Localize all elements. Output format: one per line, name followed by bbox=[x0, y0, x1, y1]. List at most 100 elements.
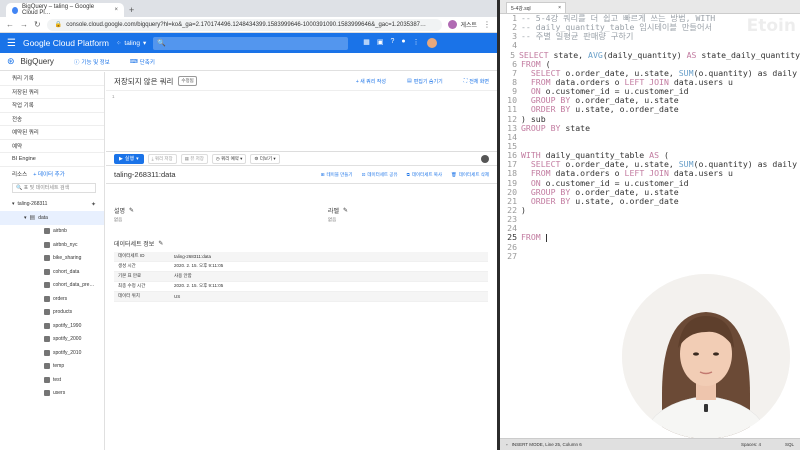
hide-editor-button[interactable]: ▤ 편집기 숨기기 bbox=[407, 78, 443, 85]
table-tree-node[interactable]: bike_sharing bbox=[0, 252, 104, 266]
table-tree-node[interactable]: users bbox=[0, 387, 104, 401]
code-line: 26 bbox=[500, 242, 800, 252]
help-icon[interactable]: ? bbox=[390, 38, 394, 48]
status-spaces[interactable]: Spaces: 4 bbox=[741, 442, 761, 447]
line-number: 27 bbox=[507, 250, 517, 261]
project-selector[interactable]: ⁘ taling ▾ bbox=[116, 39, 146, 48]
sidebar-item[interactable]: 작업 기록 bbox=[0, 99, 104, 113]
profile-button[interactable]: 게스트 bbox=[448, 20, 477, 29]
table-tree-node[interactable]: test bbox=[0, 373, 104, 387]
save-view-button[interactable]: ▦ 뷰 저장 bbox=[180, 153, 208, 164]
labels-value: 없음 bbox=[328, 217, 337, 222]
gcp-title[interactable]: Google Cloud Platform bbox=[23, 38, 109, 48]
sidebar-item[interactable]: 전송 bbox=[0, 113, 104, 126]
table-tree-node[interactable]: airbnb_nyc bbox=[0, 238, 104, 252]
line-number: 2 bbox=[512, 22, 517, 33]
dataset-action-button[interactable]: ⊞ 테이블 만들기 bbox=[321, 172, 353, 178]
code-text: GROUP BY state bbox=[520, 122, 590, 133]
reload-icon[interactable]: ↻ bbox=[34, 20, 41, 29]
search-icon: 🔍 bbox=[157, 40, 166, 47]
add-data-button[interactable]: + 데이터 추가 bbox=[33, 170, 65, 178]
dataset-actions: ⊞ 테이블 만들기 ⊡ 데이터세트 공유 ⧉ 데이터세트 복사 🗑 데이터세트 삭제 bbox=[321, 172, 489, 178]
bigquery-main: 저장되지 않은 쿼리 수정됨 + 새 쿼리 작성 ▤ 편집기 숨기기 ⛶ 전체 … bbox=[106, 72, 497, 450]
table-tree-node[interactable]: spotify_2000 bbox=[0, 333, 104, 347]
notifications-icon[interactable]: ● bbox=[401, 38, 405, 48]
edit-pencil-icon[interactable]: ✎ bbox=[158, 240, 163, 247]
dataset-tree-node[interactable]: ▾ ▤ data bbox=[0, 211, 104, 225]
sidebar-item[interactable]: 저장된 쿼리 bbox=[0, 86, 104, 99]
fullscreen-icon: ⛶ bbox=[463, 78, 468, 84]
search-icon: 🔍 bbox=[16, 184, 23, 191]
table-add-icon: ⊞ bbox=[320, 171, 325, 177]
run-button[interactable]: ▶ 실행 ▾ bbox=[114, 153, 144, 164]
editor-line-number: 1 bbox=[112, 94, 115, 99]
code-line: 22) bbox=[500, 205, 800, 215]
query-editor[interactable]: 1 bbox=[106, 90, 497, 152]
view-icon: ▦ bbox=[184, 155, 189, 161]
labels-label: 라벨 bbox=[328, 209, 340, 215]
editor-status-bar: ▫ INSERT MODE, Line 25, Column 6 Spaces:… bbox=[500, 438, 800, 450]
hamburger-menu-icon[interactable]: ☰ bbox=[7, 38, 16, 49]
more-button[interactable]: ⚙ 더보기 ▾ bbox=[250, 153, 280, 164]
forward-arrow-icon[interactable]: → bbox=[20, 20, 28, 29]
table-icon bbox=[44, 282, 50, 289]
shortcuts-link[interactable]: ⌨ 단축키 bbox=[130, 58, 155, 66]
fullscreen-button[interactable]: ⛶ 전체 화면 bbox=[464, 78, 489, 85]
gcp-search-input[interactable]: 🔍 bbox=[153, 36, 349, 50]
tab-close-icon[interactable]: × bbox=[114, 7, 118, 13]
sql-token: u.state, o.order_date bbox=[570, 104, 679, 115]
edit-pencil-icon[interactable]: ✎ bbox=[343, 207, 348, 214]
table-name: spotify_1990 bbox=[53, 322, 82, 329]
pin-icon[interactable]: ✦ bbox=[91, 201, 96, 208]
info-key: 생성 시간 bbox=[118, 263, 136, 269]
bigquery-logo-icon: ⊛ bbox=[7, 56, 15, 66]
table-tree-node[interactable]: orders bbox=[0, 292, 104, 306]
new-query-button[interactable]: + 새 쿼리 작성 bbox=[356, 78, 386, 85]
save-view-label: 뷰 저장 bbox=[190, 155, 204, 161]
browser-menu-icon[interactable]: ⋮ bbox=[483, 20, 491, 29]
sidebar-item[interactable]: 쿼리 기록 bbox=[0, 72, 104, 86]
back-arrow-icon[interactable]: ← bbox=[6, 20, 14, 29]
status-language[interactable]: SQL bbox=[785, 442, 794, 447]
project-node-label: taling-268311 bbox=[17, 201, 48, 208]
sql-keyword: GROUP BY bbox=[521, 122, 561, 133]
url-input[interactable]: 🔒 console.cloud.google.com/bigquery?hl=k… bbox=[46, 18, 443, 31]
browser-window: BigQuery – taling – Google Cloud Pl… × +… bbox=[0, 0, 497, 450]
table-tree-node[interactable]: temp bbox=[0, 360, 104, 374]
table-tree-node[interactable]: cohort_data bbox=[0, 265, 104, 279]
table-icon bbox=[44, 363, 50, 370]
save-query-button[interactable]: ⤓ 쿼리 저장 bbox=[147, 153, 177, 164]
table-search-placeholder: 표 및 데이터세트 검색 bbox=[23, 185, 70, 191]
features-link[interactable]: ⓘ 기능 및 정보 bbox=[74, 58, 110, 66]
resources-header: 리소스 + 데이터 추가 bbox=[0, 167, 104, 181]
table-tree-node[interactable]: spotify_1990 bbox=[0, 319, 104, 333]
sql-token: (daily_quantity) bbox=[602, 49, 687, 60]
edit-pencil-icon[interactable]: ✎ bbox=[129, 207, 134, 214]
info-value: 사용 안함 bbox=[174, 273, 192, 279]
account-avatar[interactable] bbox=[426, 38, 437, 48]
more-vert-icon[interactable]: ⋮ bbox=[413, 38, 420, 48]
dataset-action-button[interactable]: ⧉ 데이터세트 복사 bbox=[407, 172, 442, 178]
project-tree-node[interactable]: ▾ taling-268311 ✦ bbox=[0, 198, 104, 212]
sidebar-item[interactable]: 예약된 쿼리 bbox=[0, 126, 104, 140]
table-search-input[interactable]: 🔍 표 및 데이터세트 검색 bbox=[12, 182, 96, 193]
editor-tab-close-icon[interactable]: × bbox=[558, 5, 561, 11]
sql-comment: -- 주별 일평균 판매량 구하기 bbox=[521, 31, 634, 42]
dataset-action-button[interactable]: 🗑 데이터세트 삭제 bbox=[451, 172, 489, 178]
address-bar: ← → ↻ 🔒 console.cloud.google.com/bigquer… bbox=[0, 17, 497, 33]
new-tab-button[interactable]: + bbox=[129, 5, 134, 15]
sidebar-item[interactable]: 예약 bbox=[0, 140, 104, 153]
apps-icon[interactable]: ▦ bbox=[363, 38, 370, 48]
dataset-action-button[interactable]: ⊡ 데이터세트 공유 bbox=[362, 172, 398, 178]
table-tree-node[interactable]: spotify_2010 bbox=[0, 346, 104, 360]
line-number: 8 bbox=[512, 76, 517, 87]
browser-tab[interactable]: BigQuery – taling – Google Cloud Pl… × bbox=[6, 3, 124, 17]
table-tree-node[interactable]: cohort_data_pre… bbox=[0, 279, 104, 293]
table-tree-node[interactable]: airbnb bbox=[0, 225, 104, 239]
sidebar-item[interactable]: BI Engine bbox=[0, 153, 104, 167]
editor-file-tab[interactable]: 5-4강.sql × bbox=[506, 2, 566, 13]
cloud-shell-icon[interactable]: ▣ bbox=[377, 38, 384, 48]
schedule-query-button[interactable]: ◷ 쿼리 예약 ▾ bbox=[211, 153, 247, 164]
browser-tab-title: BigQuery – taling – Google Cloud Pl… bbox=[22, 4, 95, 16]
table-tree-node[interactable]: products bbox=[0, 306, 104, 320]
